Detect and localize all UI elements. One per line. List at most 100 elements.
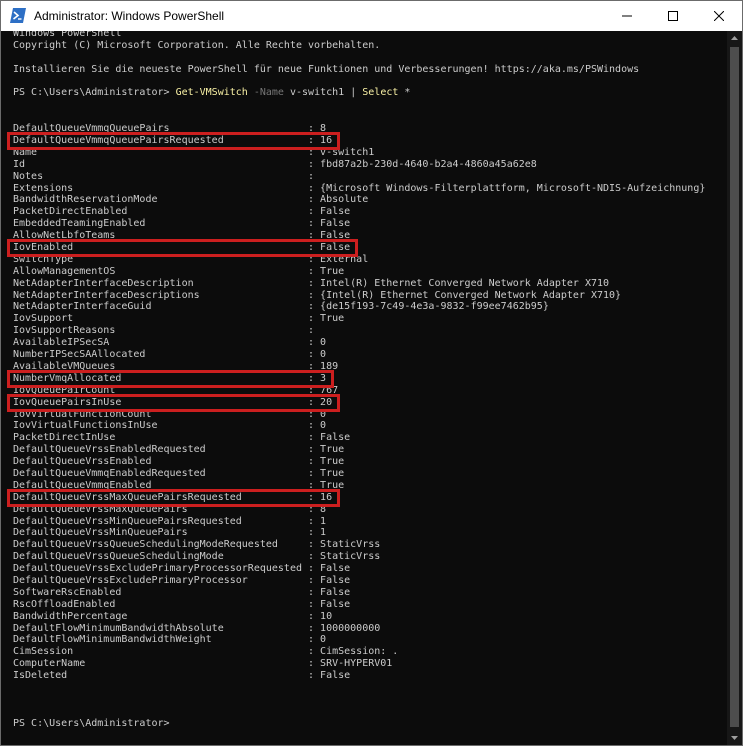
console-header-line bbox=[13, 76, 705, 88]
property-row: NetAdapterInterfaceGuid : {de15f193-7c49… bbox=[13, 301, 705, 313]
title-bar[interactable]: Administrator: Windows PowerShell bbox=[1, 1, 742, 31]
property-name: BandwidthReservationMode bbox=[13, 194, 309, 206]
console-header-line: Copyright (C) Microsoft Corporation. All… bbox=[13, 39, 381, 51]
property-row: DefaultQueueVrssMinQueuePairsRequested :… bbox=[13, 516, 705, 528]
param-name: -Name bbox=[253, 87, 284, 99]
property-row: BandwidthReservationMode : Absolute bbox=[13, 194, 705, 206]
minimize-button[interactable] bbox=[604, 1, 650, 31]
property-row: DefaultQueueVrssExcludePrimaryProcessor … bbox=[13, 575, 705, 587]
property-value: : True bbox=[308, 313, 345, 325]
property-value: : bbox=[308, 170, 321, 182]
property-row: BandwidthPercentage : 10 bbox=[13, 611, 705, 623]
param-value: v-switch1 bbox=[289, 87, 345, 99]
close-button[interactable] bbox=[696, 1, 742, 31]
property-name: SoftwareRscEnabled bbox=[13, 586, 309, 598]
property-value: : CimSession: . bbox=[308, 646, 399, 658]
scroll-down-icon[interactable] bbox=[727, 730, 742, 745]
property-name: DefaultFlowMinimumBandwidthAbsolute bbox=[13, 622, 309, 634]
property-value: : Intel(R) Ethernet Converged Network Ad… bbox=[308, 277, 610, 289]
prompt: PS C:\Users\Administrator> bbox=[13, 87, 176, 99]
property-name: NetAdapterInterfaceDescription bbox=[13, 277, 309, 289]
highlight-box bbox=[7, 239, 359, 257]
minimize-icon bbox=[622, 15, 632, 17]
property-row: ComputerName : SRV-HYPERV01 bbox=[13, 658, 705, 670]
scroll-up-icon[interactable] bbox=[727, 31, 742, 46]
highlight-box bbox=[7, 369, 335, 388]
property-row: DefaultQueueVrssQueueSchedulingMode : St… bbox=[13, 551, 705, 563]
property-row: PacketDirectEnabled : False bbox=[13, 206, 705, 218]
maximize-icon bbox=[668, 11, 678, 21]
property-name: NetAdapterInterfaceDescriptions bbox=[13, 289, 309, 301]
property-row: CimSession : CimSession: . bbox=[13, 646, 705, 658]
property-name: Id bbox=[13, 158, 309, 170]
final-prompt[interactable]: PS C:\Users\Administrator> bbox=[13, 718, 705, 730]
property-name: IovSupport bbox=[13, 313, 309, 325]
property-value: : 0 bbox=[308, 634, 327, 646]
console-output[interactable]: Windows PowerShell Copyright (C) Microso… bbox=[1, 31, 727, 745]
property-name: EmbeddedTeamingEnabled bbox=[13, 218, 309, 230]
property-row: Id : fbd87a2b-230d-4640-b2a4-4860a45a62e… bbox=[13, 159, 705, 171]
property-value: : 10 bbox=[308, 610, 333, 622]
property-row: DefaultQueueVmmqEnabledRequested : True bbox=[13, 468, 705, 480]
property-row: IsDeleted : False bbox=[13, 670, 705, 682]
property-name: AllowManagementOS bbox=[13, 265, 309, 277]
property-row: IovSupportReasons : bbox=[13, 325, 705, 337]
property-row: DefaultQueueVrssMinQueuePairs : 1 bbox=[13, 527, 705, 539]
scrollbar-thumb[interactable] bbox=[730, 47, 739, 727]
property-value: : False bbox=[308, 574, 351, 586]
property-row: DefaultQueueVrssExcludePrimaryProcessorR… bbox=[13, 563, 705, 575]
vertical-scrollbar[interactable] bbox=[727, 31, 742, 745]
property-name: DefaultFlowMinimumBandwidthWeight bbox=[13, 634, 309, 646]
property-value: : 0 bbox=[308, 337, 327, 349]
property-value: : 0 bbox=[308, 349, 327, 361]
property-value: : SRV-HYPERV01 bbox=[308, 658, 393, 670]
property-name: NumberIPSecSAAllocated bbox=[13, 349, 309, 361]
command-line: PS C:\Users\Administrator> Get-VMSwitch … bbox=[13, 87, 705, 99]
property-row: DefaultQueueVrssEnabledRequested : True bbox=[13, 444, 705, 456]
property-name: DefaultQueueVrssExcludePrimaryProcessorR… bbox=[13, 563, 309, 575]
property-name: DefaultQueueVrssEnabled bbox=[13, 456, 309, 468]
window-title: Administrator: Windows PowerShell bbox=[34, 9, 225, 23]
property-value: : {Intel(R) Ethernet Converged Network A… bbox=[308, 289, 622, 301]
property-row: Notes : bbox=[13, 171, 705, 183]
property-value: : 1 bbox=[308, 515, 327, 527]
property-name: BandwidthPercentage bbox=[13, 610, 309, 622]
property-name: DefaultQueueVrssQueueSchedulingModeReque… bbox=[13, 539, 309, 551]
powershell-icon bbox=[10, 8, 26, 23]
property-row: EmbeddedTeamingEnabled : False bbox=[13, 218, 705, 230]
property-name: IsDeleted bbox=[13, 670, 309, 682]
property-value: : True bbox=[308, 456, 345, 468]
property-row: NetAdapterInterfaceDescription : Intel(R… bbox=[13, 278, 705, 290]
property-value: : True bbox=[308, 265, 345, 277]
property-name: Notes bbox=[13, 170, 309, 182]
property-row: IovSupport : True bbox=[13, 313, 705, 325]
property-value: : True bbox=[308, 467, 345, 479]
maximize-button[interactable] bbox=[650, 1, 696, 31]
pipe-argument: * bbox=[404, 87, 411, 99]
property-name: IovVirtualFunctionsInUse bbox=[13, 420, 309, 432]
property-value: : fbd87a2b-230d-4640-b2a4-4860a45a62e8 bbox=[308, 158, 537, 170]
cmdlet: Get-VMSwitch bbox=[175, 87, 248, 99]
property-name: NetAdapterInterfaceGuid bbox=[13, 301, 309, 313]
property-value: : False bbox=[308, 563, 351, 575]
property-value: : 1 bbox=[308, 527, 327, 539]
property-value: : False bbox=[308, 670, 351, 682]
highlight-box bbox=[7, 393, 341, 412]
property-name: DefaultQueueVmmqEnabledRequested bbox=[13, 467, 309, 479]
property-row: DefaultFlowMinimumBandwidthWeight : 0 bbox=[13, 634, 705, 646]
pipe-cmdlet: Select bbox=[362, 87, 399, 99]
property-row: NetAdapterInterfaceDescriptions : {Intel… bbox=[13, 290, 705, 302]
property-value: : False bbox=[308, 598, 351, 610]
property-name: DefaultQueueVrssMinQueuePairs bbox=[13, 527, 309, 539]
property-row: AvailableIPSecSA : 0 bbox=[13, 337, 705, 349]
highlight-box bbox=[7, 488, 341, 507]
property-row: RscOffloadEnabled : False bbox=[13, 599, 705, 611]
property-row: DefaultQueueVrssEnabled : True bbox=[13, 456, 705, 468]
property-name: DefaultQueueVrssEnabledRequested bbox=[13, 444, 309, 456]
property-row: Extensions : {Microsoft Windows-Filterpl… bbox=[13, 183, 705, 195]
property-row: NumberIPSecSAAllocated : 0 bbox=[13, 349, 705, 361]
property-name: AvailableIPSecSA bbox=[13, 337, 309, 349]
property-value: : False bbox=[308, 432, 351, 444]
